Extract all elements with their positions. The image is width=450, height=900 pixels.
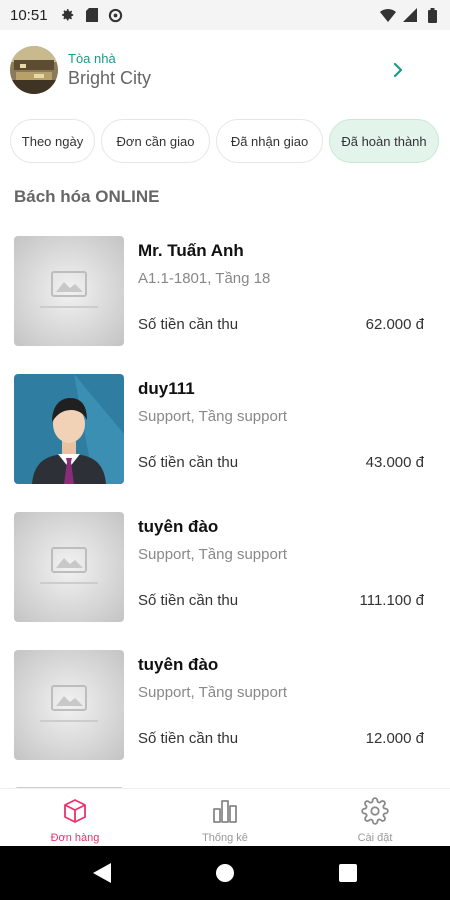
nav-settings[interactable]: Cài đặt	[300, 789, 450, 846]
filter-tabs: Theo ngày Đơn cần giao Đã nhận giao Đã h…	[10, 119, 440, 165]
battery-icon	[424, 7, 440, 23]
chevron-right-icon[interactable]	[390, 62, 406, 78]
customer-address: Support, Tầng support	[138, 684, 287, 701]
no-image-placeholder	[14, 650, 124, 760]
customer-name: duy111	[138, 379, 195, 398]
nav-statistics[interactable]: Thống kê	[150, 789, 300, 846]
person-avatar	[14, 374, 124, 484]
settings-icon	[60, 7, 76, 23]
customer-address: Support, Tầng support	[138, 546, 287, 563]
tab-completed[interactable]: Đã hoàn thành	[329, 119, 439, 163]
nav-label: Đơn hàng	[50, 832, 100, 844]
amount-label: Số tiền cần thu	[138, 316, 239, 333]
building-name: Bright City	[68, 68, 152, 88]
building-header[interactable]: Tòa nhà Bright City	[0, 30, 450, 110]
amount-value: 62.000 đ	[365, 316, 424, 333]
tab-to-deliver[interactable]: Đơn cần giao	[101, 119, 210, 163]
customer-name: tuyên đào	[138, 655, 219, 674]
amount-value: 43.000 đ	[365, 454, 424, 471]
amount-value: 111.100 đ	[359, 592, 424, 609]
customer-name: tuyên đào	[138, 517, 219, 536]
amount-value: 12.000 đ	[365, 730, 424, 747]
amount-label: Số tiền cần thu	[138, 730, 239, 747]
section-title: Bách hóa ONLINE	[14, 187, 160, 206]
tab-accepted[interactable]: Đã nhận giao	[216, 119, 323, 163]
order-item[interactable]: tuyên đào Support, Tầng support Số tiền …	[14, 512, 434, 650]
tab-by-date[interactable]: Theo ngày	[10, 119, 95, 163]
order-item[interactable]: Mr. Tuấn Anh A1.1-1801, Tầng 18 Số tiền …	[14, 236, 434, 374]
back-icon[interactable]	[90, 861, 114, 885]
data-saver-icon	[108, 7, 124, 23]
wifi-icon	[380, 7, 396, 23]
recents-icon[interactable]	[336, 861, 360, 885]
amount-label: Số tiền cần thu	[138, 454, 239, 471]
customer-address: Support, Tầng support	[138, 408, 287, 425]
gear-icon	[361, 797, 389, 825]
amount-label: Số tiền cần thu	[138, 592, 239, 609]
customer-name: Mr. Tuấn Anh	[138, 241, 244, 260]
order-item[interactable]: duy111 Support, Tầng support Số tiền cần…	[14, 374, 434, 512]
bar-chart-icon	[211, 797, 239, 825]
status-time: 10:51	[10, 6, 48, 24]
status-bar: 10:51	[0, 0, 450, 30]
building-label: Tòa nhà	[68, 51, 116, 66]
no-image-placeholder	[14, 236, 124, 346]
building-avatar	[10, 46, 58, 94]
system-nav-bar	[0, 846, 450, 900]
customer-address: A1.1-1801, Tầng 18	[138, 270, 271, 287]
sd-card-icon	[84, 7, 100, 23]
nav-orders[interactable]: Đơn hàng	[0, 789, 150, 846]
box-icon	[61, 797, 89, 825]
signal-icon	[402, 7, 418, 23]
nav-label: Cài đặt	[357, 832, 393, 844]
order-list: Mr. Tuấn Anh A1.1-1801, Tầng 18 Số tiền …	[14, 236, 434, 788]
home-icon[interactable]	[213, 861, 237, 885]
order-item[interactable]: tuyên đào Support, Tầng support Số tiền …	[14, 650, 434, 788]
bottom-nav: Đơn hàng Thống kê Cài đặt	[0, 788, 450, 846]
nav-label: Thống kê	[202, 832, 248, 844]
no-image-placeholder	[14, 512, 124, 622]
